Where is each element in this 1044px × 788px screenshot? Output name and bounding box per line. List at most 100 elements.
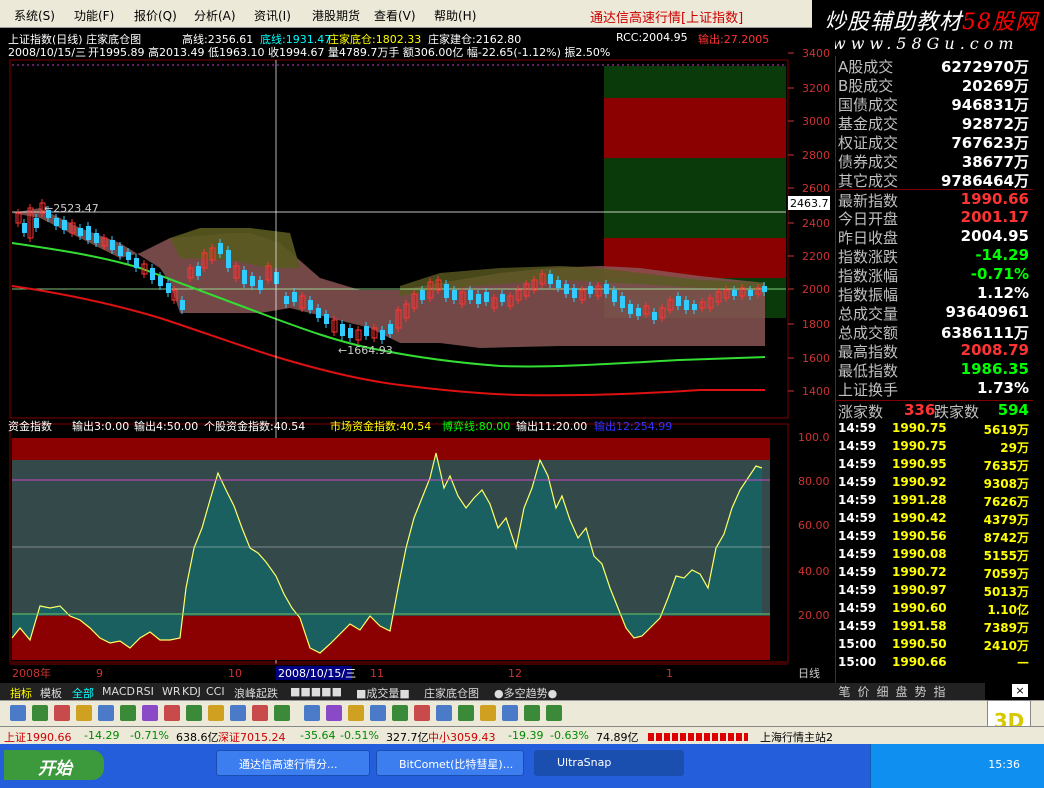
close-icon[interactable]: × <box>1011 683 1029 698</box>
menu-view[interactable]: 查看(V) <box>374 7 416 24</box>
tick-volume: 5619万 <box>983 423 1029 437</box>
indicator-tab-10[interactable]: ■成交量■ <box>356 685 410 701</box>
toolbar-icon-21[interactable] <box>480 705 496 721</box>
menu-help[interactable]: 帮助(H) <box>434 7 476 24</box>
indicator-tab-4[interactable]: RSI <box>136 685 154 698</box>
candle-down <box>158 276 163 286</box>
toolbar-icon-14[interactable] <box>326 705 342 721</box>
time-cursor: 2008/10/15/三 <box>278 667 356 680</box>
sub-zone-mid <box>12 460 770 616</box>
tick-row: 15:00 1990.66 — <box>836 655 1033 673</box>
info-value: 2001.17 <box>960 208 1029 226</box>
distribution-zone-1 <box>604 98 786 158</box>
indicator-tab-6[interactable]: KDJ <box>182 685 201 698</box>
indicator-tab-7[interactable]: CCI <box>206 685 225 698</box>
candle-down <box>250 276 255 286</box>
toolbar-icon-12[interactable] <box>274 705 290 721</box>
rtab-4[interactable]: 势 <box>911 683 930 700</box>
candle-down <box>364 326 369 336</box>
candle-down <box>134 258 139 268</box>
price-label: 1400 <box>802 385 830 398</box>
toolbar-icon-11[interactable] <box>252 705 268 721</box>
app-window: 系统(S) 功能(F) 报价(Q) 分析(A) 资讯(I) 港股期货 查看(V)… <box>0 0 1044 788</box>
menu-news[interactable]: 资讯(I) <box>254 7 291 24</box>
brand-url: www.58Gu.com <box>832 34 1019 53</box>
candle-down <box>180 300 185 310</box>
toolbar-icon-1[interactable] <box>32 705 48 721</box>
menu-quote[interactable]: 报价(Q) <box>134 7 177 24</box>
rtab-3[interactable]: 盘 <box>892 683 911 700</box>
menu-system[interactable]: 系统(S) <box>14 7 55 24</box>
toolbar-icon-13[interactable] <box>304 705 320 721</box>
info-row: 最低指数 1986.35 <box>836 360 1033 380</box>
price-label: 2600 <box>802 182 830 195</box>
toolbar-icon-4[interactable] <box>98 705 114 721</box>
rtab-2[interactable]: 细 <box>873 683 892 700</box>
tick-volume: 1.10亿 <box>987 603 1029 617</box>
candle-down <box>468 290 473 300</box>
price-label: 2800 <box>802 149 830 162</box>
menu-hk-futures[interactable]: 港股期货 <box>312 7 360 24</box>
toolbar-icon-5[interactable] <box>120 705 136 721</box>
task-bitcomet[interactable]: BitComet(比特彗星)... <box>376 750 524 776</box>
candle-down <box>588 286 593 294</box>
rtab-5[interactable]: 指 <box>930 683 949 700</box>
tick-price: 1990.42 <box>892 511 947 525</box>
tick-price: 1990.92 <box>892 475 947 489</box>
start-button[interactable]: 开始 <box>4 750 104 780</box>
toolbar-icon-10[interactable] <box>230 705 246 721</box>
toolbar-icon-20[interactable] <box>458 705 474 721</box>
indicator-tab-9[interactable]: ■■■■■ <box>290 685 342 698</box>
sub-output12: 输出12:254.99 <box>594 420 673 433</box>
sub-label: 80.00 <box>798 475 830 488</box>
task-tdx[interactable]: 通达信高速行情分... <box>216 750 370 776</box>
sub-zone-top <box>12 438 770 460</box>
toolbar-icon-2[interactable] <box>54 705 70 721</box>
info-label: 基金成交 <box>838 115 899 133</box>
toolbar-icon-24[interactable] <box>546 705 562 721</box>
candle-down <box>22 223 27 233</box>
task-ultrasnap[interactable]: UltraSnap <box>534 750 684 776</box>
toolbar-icon-22[interactable] <box>502 705 518 721</box>
toolbar-icon-3[interactable] <box>76 705 92 721</box>
indicator-tab-0[interactable]: 指标 <box>10 685 32 701</box>
toolbar-icon-15[interactable] <box>348 705 364 721</box>
info-label: 权证成交 <box>838 134 899 152</box>
indicator-tab-1[interactable]: 模板 <box>40 685 62 701</box>
indicator-tab-3[interactable]: MACD <box>102 685 135 698</box>
rtab-0[interactable]: 笔 <box>835 683 854 700</box>
tick-time: 14:59 <box>838 529 877 543</box>
toolbar-icon-0[interactable] <box>10 705 26 721</box>
toolbar-icon-6[interactable] <box>142 705 158 721</box>
tick-row: 14:59 1990.42 4379万 <box>836 511 1033 529</box>
rtab-1[interactable]: 价 <box>854 683 873 700</box>
toolbar-icon-18[interactable] <box>414 705 430 721</box>
indicator-tab-11[interactable]: 庄家底仓图 <box>424 685 479 701</box>
menu-analysis[interactable]: 分析(A) <box>194 7 236 24</box>
chart-area[interactable]: 上证指数(日线) 庄家底仓图 高线:2356.61 底线:1931.47 庄家底… <box>0 28 835 683</box>
toolbar-icon-17[interactable] <box>392 705 408 721</box>
info-value: 2004.95 <box>960 227 1029 245</box>
toolbar-icon-8[interactable] <box>186 705 202 721</box>
info-label: 国债成交 <box>838 96 899 114</box>
toolbar-icon-19[interactable] <box>436 705 452 721</box>
indicator-tab-12[interactable]: ●多空趋势● <box>494 685 557 701</box>
indicator-tab-2[interactable]: 全部 <box>72 685 94 701</box>
indicator-tab-8[interactable]: 浪峰起跌 <box>234 685 278 701</box>
sub-label: 100.0 <box>798 431 830 444</box>
kline-chart[interactable]: ←2523.47 ←1664.93 3400 3200 3000 2800 2600 24… <box>0 28 835 683</box>
toolbar-icon-16[interactable] <box>370 705 386 721</box>
menu-function[interactable]: 功能(F) <box>74 7 114 24</box>
toolbar-icon-7[interactable] <box>164 705 180 721</box>
sz-percent: -0.51% <box>340 729 379 742</box>
info-row: 最高指数 2008.79 <box>836 341 1033 361</box>
right-panel-tabs: 笔价细盘势指 <box>835 683 985 700</box>
candle-down <box>242 270 247 284</box>
time-label-jan: 1 <box>666 667 673 680</box>
tick-price: 1990.75 <box>892 421 947 435</box>
tick-volume: 7626万 <box>983 495 1029 509</box>
toolbar-icon-23[interactable] <box>524 705 540 721</box>
info-row: 上证换手 1.73% <box>836 379 1033 399</box>
indicator-tab-5[interactable]: WR <box>162 685 181 698</box>
toolbar-icon-9[interactable] <box>208 705 224 721</box>
